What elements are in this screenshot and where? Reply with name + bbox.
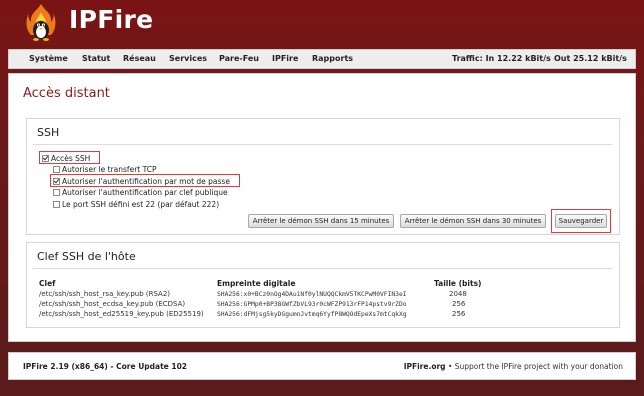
nav-item-pare-feu[interactable]: Pare-Feu (219, 54, 259, 63)
ssh-port-label: Le port SSH défini est 22 (par défaut 22… (62, 200, 220, 209)
host-keys-title: Clef SSH de l'hôte (37, 250, 136, 263)
pubkey-auth-checkbox[interactable] (53, 189, 60, 196)
nav-item-rapports[interactable]: Rapports (312, 54, 353, 63)
table-row-size: 256 (452, 310, 466, 318)
stop-ssh-15-button[interactable]: Arrêter le démon SSH dans 15 minutes (248, 214, 394, 228)
ssh-access-option[interactable]: Accès SSH (42, 154, 90, 163)
tcp-forwarding-label: Autoriser le transfert TCP (62, 165, 157, 174)
traffic-out: Out 25.12 kBit/s (554, 54, 627, 63)
ssh-port-option[interactable]: Le port SSH défini est 22 (par défaut 22… (53, 200, 219, 209)
table-row-key: /etc/ssh/ssh_host_rsa_key.pub (RSA2) (39, 290, 171, 298)
nav-item-systeme[interactable]: Système (29, 54, 68, 63)
table-row-fingerprint: SHA256:x0+BCz0nOg4DAuiNf0ylNUQQCkmV5TKCP… (217, 291, 407, 298)
table-row-fingerprint: SHA256:GPMp0+BP38GWfZbVL93r0cWFZP913rFP1… (217, 301, 407, 308)
main-nav: Système Statut Réseau Services Pare-Feu … (8, 49, 636, 69)
table-row-fingerprint: SHA256:dFMjsg5kyDGgumnJvtmq6YyfP8WQOdEpe… (217, 311, 407, 318)
password-auth-option[interactable]: Autoriser l'authentification par mot de … (53, 177, 230, 186)
table-row-size: 2048 (449, 290, 467, 298)
version-text: IPFire 2.19 (x86_64) - Core Update 102 (23, 362, 188, 371)
col-header-fingerprint: Empreinte digitale (217, 279, 296, 288)
table-row-key: /etc/ssh/ssh_host_ed25519_key.pub (ED255… (39, 310, 204, 318)
nav-item-reseau[interactable]: Réseau (123, 54, 156, 63)
table-row-key: /etc/ssh/ssh_host_ecdsa_key.pub (ECDSA) (39, 300, 186, 308)
ssh-box-title: SSH (37, 126, 60, 139)
col-header-key: Clef (39, 279, 56, 288)
page-title: Accès distant (23, 86, 110, 101)
stop-ssh-30-button[interactable]: Arrêter le démon SSH dans 30 minutes (400, 214, 546, 228)
host-keys-box: Clef SSH de l'hôte Clef Empreinte digita… (26, 242, 620, 328)
tcp-forwarding-option[interactable]: Autoriser le transfert TCP (53, 165, 157, 174)
nav-item-statut[interactable]: Statut (82, 54, 110, 63)
save-button[interactable]: Sauvegarder (555, 214, 607, 228)
pubkey-auth-label: Autoriser l'authentification par clef pu… (62, 188, 228, 197)
password-auth-label: Autoriser l'authentification par mot de … (62, 177, 230, 186)
nav-item-services[interactable]: Services (169, 54, 207, 63)
pubkey-auth-option[interactable]: Autoriser l'authentification par clef pu… (53, 188, 228, 197)
ssh-port-checkbox[interactable] (53, 201, 60, 208)
flame-penguin-icon (26, 4, 56, 41)
ipfire-link[interactable]: IPFire.org (404, 362, 446, 371)
password-auth-checkbox[interactable] (53, 178, 60, 185)
main-content: Accès distant SSH Accès SSH Autoriser le… (8, 73, 636, 342)
support-text: • Support the IPFire project with your d… (447, 362, 623, 371)
nav-item-ipfire[interactable]: IPFire (272, 54, 298, 63)
table-row-size: 256 (452, 300, 466, 308)
header: IPFire (0, 0, 644, 48)
ssh-access-label: Accès SSH (51, 154, 91, 163)
footer: IPFire 2.19 (x86_64) - Core Update 102 I… (8, 352, 636, 380)
ssh-settings-box: SSH Accès SSH Autoriser le transfert TCP… (26, 118, 620, 235)
logo-text: IPFire (69, 5, 154, 34)
traffic-in: Traffic: In 12.22 kBit/s (452, 54, 551, 63)
divider (33, 268, 613, 269)
ssh-access-checkbox[interactable] (42, 155, 49, 162)
tcp-forwarding-checkbox[interactable] (53, 166, 60, 173)
divider (33, 144, 613, 145)
footer-support: IPFire.org • Support the IPFire project … (404, 362, 623, 371)
col-header-size: Taille (bits) (434, 279, 482, 288)
